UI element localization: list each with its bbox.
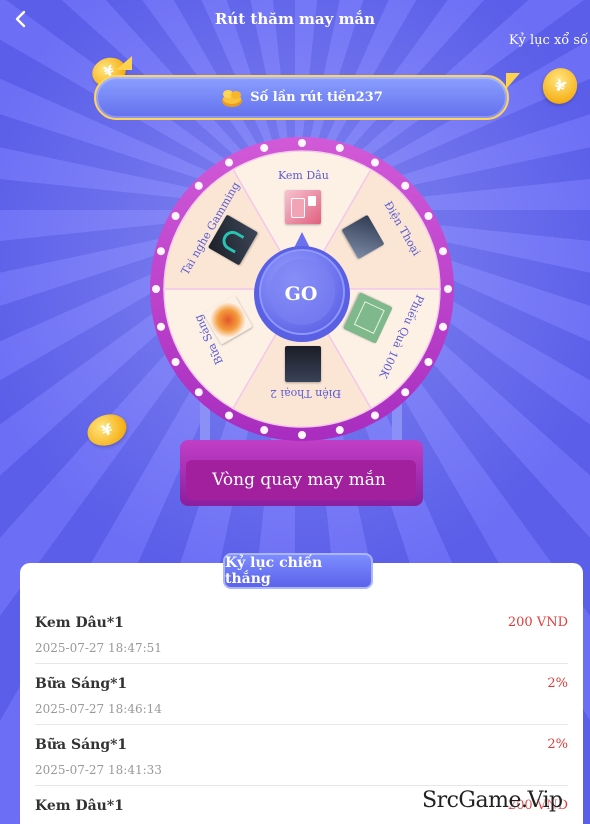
wheel-bulb [171,212,180,220]
wheel-name-plate: Vòng quay may mắn [185,460,413,500]
wheel-bulb [260,143,269,152]
watermark: SrcGame.Vip [422,788,563,813]
record-time: 2025-07-27 18:47:51 [35,641,162,655]
wheel-bulb [401,388,410,397]
wheel-bulb [335,426,344,435]
prize-label-kem-dau: Kem Dâu [278,169,329,182]
go-label: GO [284,283,318,305]
wheel-name: Vòng quay may mắn [212,470,386,490]
winning-records-title: Kỷ lục chiến thắng [225,555,323,587]
prize-image-dien-thoai-2 [285,346,321,382]
wheel-bulb [439,247,448,256]
wheel-bulb [298,431,306,439]
wheel-bulb [444,285,452,293]
record-amount: 2% [547,737,568,752]
wheel-bulb [171,358,180,366]
winning-records-tab: Kỷ lục chiến thắng [223,553,373,589]
wheel-bulb [335,143,344,152]
wheel-bulb [371,411,379,420]
wheel-bulb [439,322,448,331]
record-row: Bữa Sáng*1 2025-07-27 18:46:14 2% [35,664,568,725]
record-prize-name: Kem Dâu*1 [35,798,124,814]
wheel-bulb [194,181,203,190]
wheel-bulb [194,388,203,397]
record-prize-name: Kem Dâu*1 [35,615,124,631]
record-time: 2025-07-27 18:41:33 [35,763,162,777]
go-button[interactable]: GO [253,246,349,342]
wheel-bulb [260,426,269,435]
record-amount: 200 VND [507,615,568,630]
wheel-bulb [152,285,160,293]
record-prize-name: Bữa Sáng*1 [35,737,128,753]
wheel-bulb [225,411,233,420]
prize-image-kem-dau [285,190,321,224]
record-amount: 2% [547,676,568,691]
wheel-bulb [401,181,410,190]
wheel-bulb [371,158,379,167]
wheel-bulb [424,212,433,220]
wheel-bulb [225,158,233,167]
record-row: Bữa Sáng*1 2025-07-27 18:41:33 2% [35,725,568,786]
wheel-bulb [156,322,165,331]
wheel-bulb [298,139,306,147]
record-row: Kem Dâu*1 2025-07-27 18:47:51 200 VND [35,603,568,664]
lucky-wheel: Kem Dâu Điện Thoại Phiếu Quà 100K Điện T… [0,0,590,520]
prize-label-dien-thoai-2: Điện Thoại 2 [270,387,342,400]
record-time: 2025-07-27 18:46:14 [35,702,162,716]
wheel-bulb [424,358,433,366]
wheel-bulb [156,247,165,256]
record-prize-name: Bữa Sáng*1 [35,676,128,692]
